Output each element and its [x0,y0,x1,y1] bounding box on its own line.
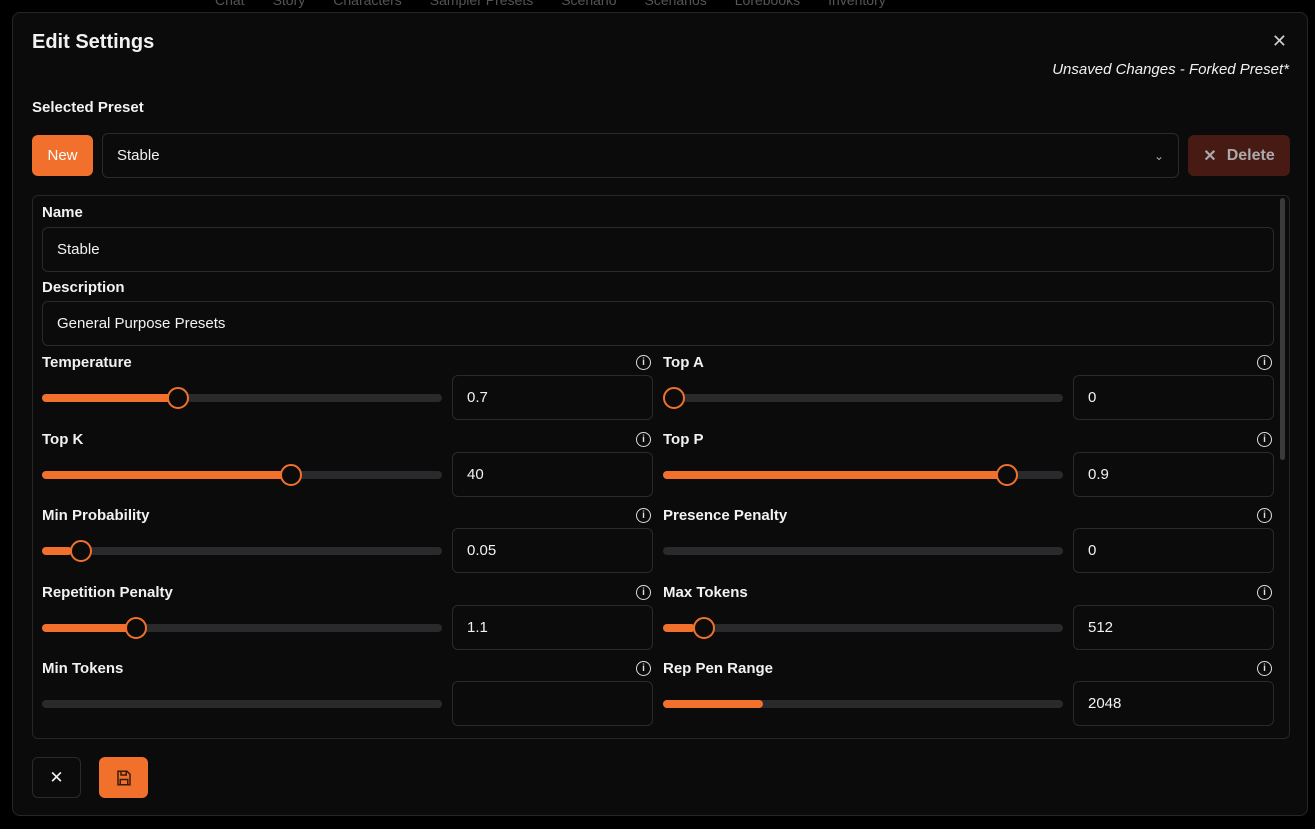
close-icon: ✕ [49,767,64,787]
info-icon[interactable]: i [636,508,651,523]
info-icon[interactable]: i [636,584,651,600]
description-label: Description [42,279,125,296]
selected-preset-label: Selected Preset [32,99,144,116]
rep-pen-range-input[interactable]: 2048 [1073,681,1274,726]
save-button[interactable] [99,757,148,798]
background-nav-item: Characters [333,0,402,8]
slider-fill [663,470,1015,479]
background-nav-item: Scenario [561,0,617,8]
repetition-penalty-label: Repetition Penalty [42,583,173,601]
top-p-input[interactable]: 0.9 [1073,451,1274,497]
slider-fill [42,547,72,555]
info-icon[interactable]: i [1257,584,1272,600]
temperature-label: Temperature [42,354,132,371]
close-icon: ✕ [1203,147,1217,165]
slider-fill [663,700,763,708]
rep-pen-range-slider[interactable] [663,700,1063,708]
background-nav-item: Scenarios [644,0,707,8]
slider-thumb[interactable] [995,463,1018,486]
settings-panel: Name Stable Description General Purpose … [32,195,1290,739]
min-probability-label: Min Probability [42,507,150,524]
slider-thumb[interactable] [125,616,148,639]
new-preset-button[interactable]: New [32,135,93,176]
max-tokens-label: Max Tokens [663,583,748,601]
name-input[interactable]: Stable [42,227,1274,272]
slider-thumb[interactable] [70,540,93,562]
presence-penalty-input[interactable]: 0 [1073,528,1274,573]
modal-title: Edit Settings [32,31,155,53]
min-probability-slider[interactable] [42,540,442,562]
max-tokens-slider[interactable] [663,616,1063,639]
slider-thumb[interactable] [280,463,303,486]
name-label: Name [42,204,83,221]
top-k-label: Top K [42,430,84,448]
delete-preset-button[interactable]: ✕ Delete [1188,135,1290,176]
save-icon [116,770,131,785]
presence-penalty-slider[interactable] [663,547,1063,555]
info-icon[interactable]: i [636,661,651,676]
top-a-slider[interactable] [663,387,1063,409]
preset-select-value: Stable [117,147,160,164]
unsaved-status: Unsaved Changes - Forked Preset* [1052,61,1289,78]
slider-fill [42,623,130,632]
temperature-input[interactable]: 0.7 [452,375,653,420]
info-icon[interactable]: i [1257,355,1272,370]
presence-penalty-label: Presence Penalty [663,507,788,524]
info-icon[interactable]: i [636,355,651,370]
min-tokens-label: Min Tokens [42,660,124,677]
cancel-button[interactable]: ✕ [32,757,81,798]
background-nav-item: Chat [215,0,245,8]
rep-pen-range-label: Rep Pen Range [663,660,774,677]
info-icon[interactable]: i [1257,508,1272,523]
preset-select[interactable]: Stable ⌄ [102,133,1179,178]
slider-fill [42,470,294,479]
max-tokens-input[interactable]: 512 [1073,604,1274,650]
close-icon[interactable]: ✕ [1272,31,1287,52]
top-a-input[interactable]: 0 [1073,375,1274,420]
top-k-input[interactable]: 40 [452,451,653,497]
background-nav-item: Story [272,0,306,8]
edit-settings-modal: Edit Settings ✕ Unsaved Changes - Forked… [12,12,1308,816]
slider-thumb[interactable] [693,616,716,639]
slider-thumb[interactable] [166,387,189,409]
background-nav-item: Lorebooks [734,0,801,8]
top-a-label: Top A [663,354,704,371]
slider-fill [663,623,695,632]
description-input[interactable]: General Purpose Presets [42,301,1274,346]
scrollbar[interactable] [1280,198,1285,460]
min-probability-input[interactable]: 0.05 [452,528,653,573]
repetition-penalty-input[interactable]: 1.1 [452,604,653,650]
slider-fill [42,394,174,402]
temperature-slider[interactable] [42,387,442,409]
min-tokens-input[interactable] [452,681,653,726]
min-tokens-slider[interactable] [42,700,442,708]
chevron-down-icon: ⌄ [1153,148,1164,163]
top-p-label: Top P [663,430,704,448]
repetition-penalty-slider[interactable] [42,616,442,639]
slider-thumb[interactable] [663,387,685,409]
delete-label: Delete [1226,146,1275,164]
info-icon[interactable]: i [1257,431,1272,447]
top-k-slider[interactable] [42,463,442,486]
top-p-slider[interactable] [663,463,1063,486]
info-icon[interactable]: i [1257,661,1272,676]
background-nav-item: Sampler Presets [429,0,534,8]
background-nav-item: Inventory [828,0,886,8]
info-icon[interactable]: i [636,431,651,447]
background-nav: Chat Story Characters Sampler Presets Scenar… [215,0,886,8]
